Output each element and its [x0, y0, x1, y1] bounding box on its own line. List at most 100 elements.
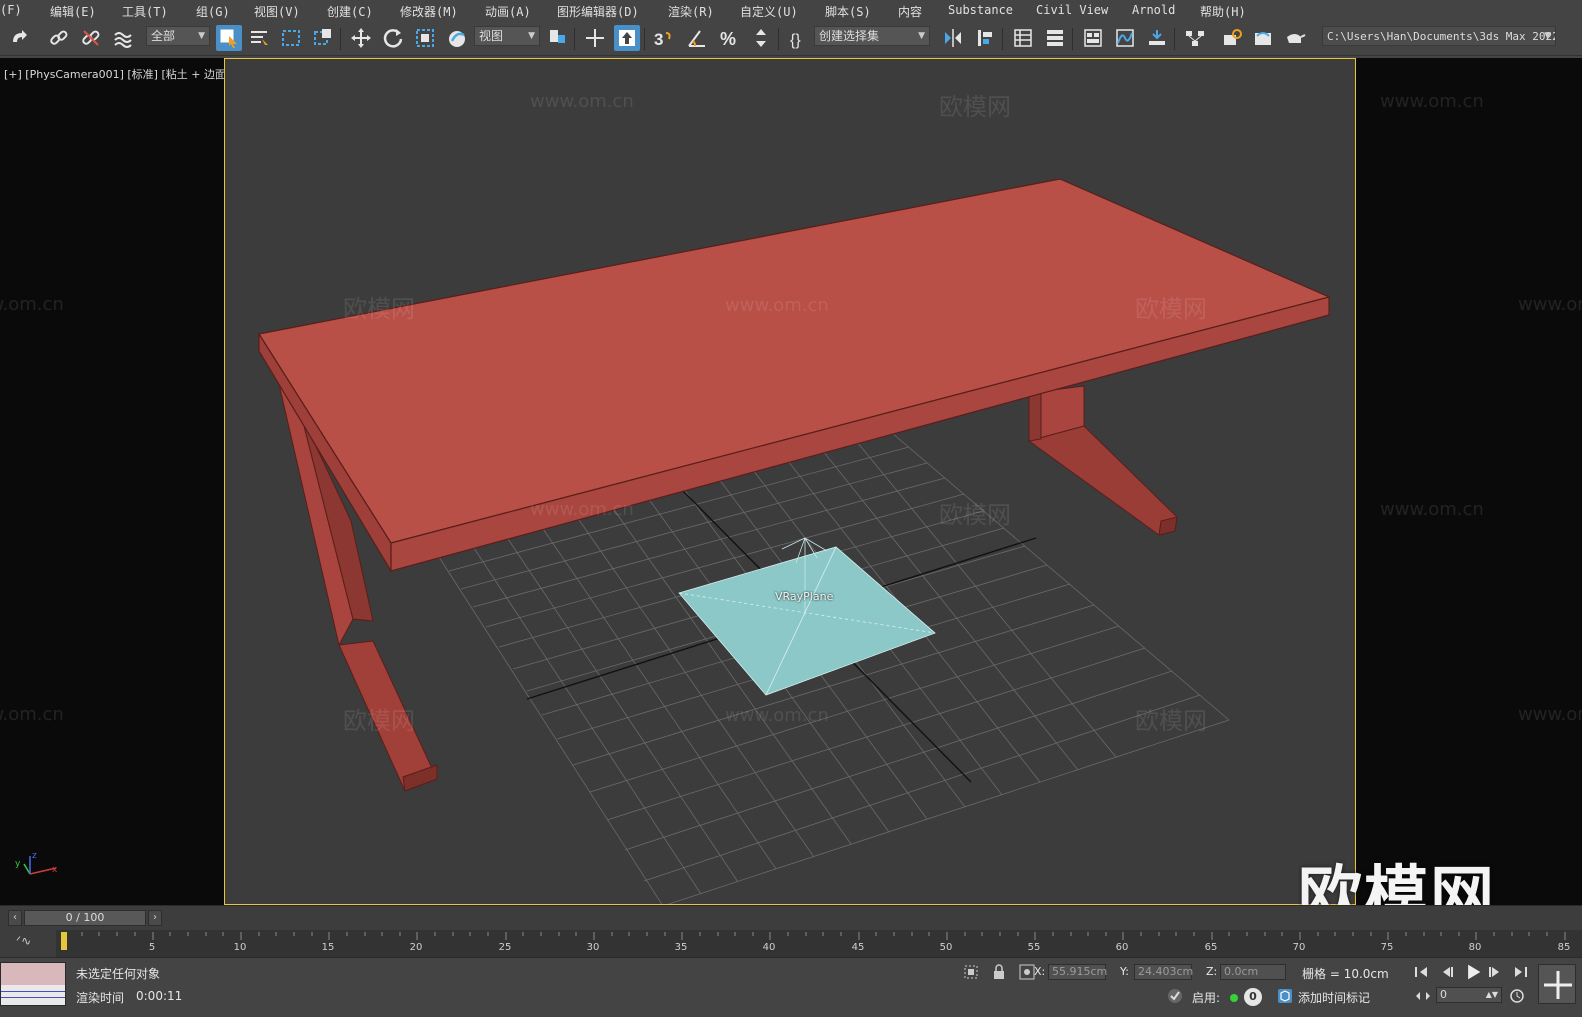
play-icon[interactable] — [1462, 961, 1484, 983]
menu-rendering[interactable]: 渲染(R) — [668, 3, 714, 20]
time-tag-icon[interactable] — [1276, 987, 1294, 1005]
bind-spacewarp-icon[interactable] — [110, 25, 136, 51]
time-slider[interactable]: 0 / 100 — [24, 910, 146, 926]
tick-label: 45 — [851, 942, 865, 953]
axis-tripod-icon: x y z — [15, 851, 58, 875]
key-mode-icon[interactable] — [1414, 987, 1432, 1005]
scene-explorer-icon[interactable] — [1010, 25, 1036, 51]
camera-viewport[interactable]: 欧模网 www.om.cn 欧模网 欧模网 www.om.cn 欧模网 欧模网 … — [224, 58, 1356, 905]
unlink-icon[interactable] — [78, 25, 104, 51]
current-frame-value: 0 — [1440, 988, 1447, 1001]
rendered-frame-window-icon[interactable] — [1250, 25, 1276, 51]
ribbon-toggle-icon[interactable] — [1080, 25, 1106, 51]
viewport-label[interactable]: [+] [PhysCamera001] [标准] [粘土 + 边面] — [4, 66, 230, 82]
menu-substance[interactable]: Substance — [948, 3, 1013, 17]
select-by-name-icon[interactable] — [246, 25, 272, 51]
menu-graph-editors[interactable]: 图形编辑器(D) — [557, 3, 639, 20]
schematic-view-icon[interactable] — [1182, 25, 1208, 51]
viewport-nav-zoom[interactable] — [1538, 964, 1576, 1004]
mini-curve-editor-icon[interactable]: ᐟ∿ — [16, 934, 40, 952]
right-viewport-panel — [1356, 58, 1582, 905]
snap-toggle-icon[interactable]: 3 — [650, 25, 676, 51]
menu-arnold[interactable]: Arnold — [1132, 3, 1175, 17]
scale-icon[interactable] — [412, 25, 438, 51]
y-coordinate-field[interactable]: 24.403cm — [1134, 964, 1193, 980]
menu-tools[interactable]: 工具(T) — [122, 3, 168, 20]
menu-group[interactable]: 组(G) — [196, 3, 230, 20]
menu-modifiers[interactable]: 修改器(M) — [400, 3, 458, 20]
add-time-tag[interactable]: 添加时间标记 — [1298, 989, 1370, 1006]
time-track[interactable]: 5 10 15 20 25 30 35 40 45 50 55 60 65 70… — [56, 930, 1582, 958]
x-coordinate-value: 55.915cm — [1052, 965, 1108, 978]
enable-count-badge[interactable]: 0 — [1244, 988, 1262, 1006]
menu-civil-view[interactable]: Civil View — [1036, 3, 1108, 17]
tick-label: 75 — [1380, 942, 1394, 953]
placement-icon[interactable] — [444, 25, 470, 51]
angle-snap-icon[interactable] — [684, 25, 710, 51]
previous-frame-icon[interactable] — [1438, 963, 1456, 981]
tick-label: 60 — [1115, 942, 1129, 953]
time-config-icon[interactable] — [1508, 987, 1526, 1005]
menu-content[interactable]: 内容 — [898, 3, 922, 20]
svg-text:{}: {} — [790, 32, 801, 49]
maxscript-listener-mini[interactable] — [0, 962, 66, 1006]
layer-explorer-icon[interactable] — [1042, 25, 1068, 51]
x-label: X: — [1034, 965, 1046, 978]
time-next-button[interactable]: › — [148, 910, 162, 926]
edit-named-selection-icon[interactable]: {} — [786, 25, 812, 51]
watermark-url: www.om.cn — [1380, 499, 1484, 520]
selection-lock-icon[interactable] — [990, 963, 1008, 981]
watermark-url: www.om.cn — [725, 705, 829, 726]
align-icon[interactable] — [972, 25, 998, 51]
left-viewport-panel — [0, 58, 224, 905]
reference-coord-dropdown[interactable]: 视图 ▼ — [474, 26, 540, 46]
x-coordinate-field[interactable]: 55.915cm — [1048, 964, 1108, 980]
watermark-url: www.om.cn — [530, 91, 634, 112]
menu-edit[interactable]: 编辑(E) — [50, 3, 96, 20]
percent-snap-icon[interactable]: % — [716, 25, 742, 51]
keyboard-shortcut-toggle-icon[interactable] — [614, 25, 640, 51]
isolate-selection-icon[interactable] — [962, 963, 980, 981]
watermark-text: 欧模网 — [343, 295, 415, 323]
selection-filter-dropdown[interactable]: 全部 ▼ — [146, 26, 210, 46]
go-to-end-icon[interactable] — [1512, 963, 1530, 981]
pivot-center-icon[interactable] — [544, 25, 570, 51]
adaptive-degradation-icon[interactable] — [1166, 987, 1184, 1005]
menu-scripting[interactable]: 脚本(S) — [825, 3, 871, 20]
curve-editor-icon[interactable] — [1112, 25, 1138, 51]
menu-create[interactable]: 创建(C) — [327, 3, 373, 20]
link-icon[interactable] — [46, 25, 72, 51]
window-crossing-icon[interactable] — [310, 25, 336, 51]
named-selection-dropdown[interactable]: 创建选择集 ▼ — [814, 26, 930, 46]
time-cursor[interactable] — [61, 932, 67, 950]
select-manipulate-icon[interactable] — [582, 25, 608, 51]
select-object-icon[interactable] — [216, 25, 242, 51]
rect-selection-icon[interactable] — [278, 25, 304, 51]
tick-label: 10 — [233, 942, 247, 953]
menu-customize[interactable]: 自定义(U) — [740, 3, 798, 20]
watermark-url: www.om.cn — [530, 499, 634, 520]
grid-size-label: 栅格 = 10.0cm — [1302, 967, 1389, 981]
next-frame-icon[interactable] — [1486, 963, 1504, 981]
move-icon[interactable] — [348, 25, 374, 51]
go-to-start-icon[interactable] — [1412, 963, 1430, 981]
time-prev-button[interactable]: ‹ — [8, 910, 22, 926]
project-path-dropdown[interactable]: C:\Users\Han\Documents\3ds Max 2022 ▼ — [1322, 26, 1556, 46]
current-frame-field[interactable]: 0 ▲▼ — [1436, 987, 1502, 1003]
watermark-url: www.om.cn — [725, 295, 829, 316]
menu-views[interactable]: 视图(V) — [254, 3, 300, 20]
menu-help[interactable]: 帮助(H) — [1200, 3, 1246, 20]
tick-label: 35 — [674, 942, 688, 953]
redo-icon[interactable] — [6, 25, 32, 51]
render-setup-icon[interactable] — [1218, 25, 1244, 51]
render-production-icon[interactable] — [1282, 25, 1308, 51]
rotate-icon[interactable] — [380, 25, 406, 51]
selection-status: 未选定任何对象 — [76, 967, 161, 981]
mirror-icon[interactable] — [940, 25, 966, 51]
z-coordinate-field[interactable]: 0.0cm — [1220, 964, 1286, 980]
menu-file[interactable]: (F) — [0, 3, 22, 17]
svg-text:%: % — [720, 29, 736, 49]
menu-animation[interactable]: 动画(A) — [485, 3, 531, 20]
spinner-snap-icon[interactable] — [748, 25, 774, 51]
dope-sheet-icon[interactable] — [1144, 25, 1170, 51]
